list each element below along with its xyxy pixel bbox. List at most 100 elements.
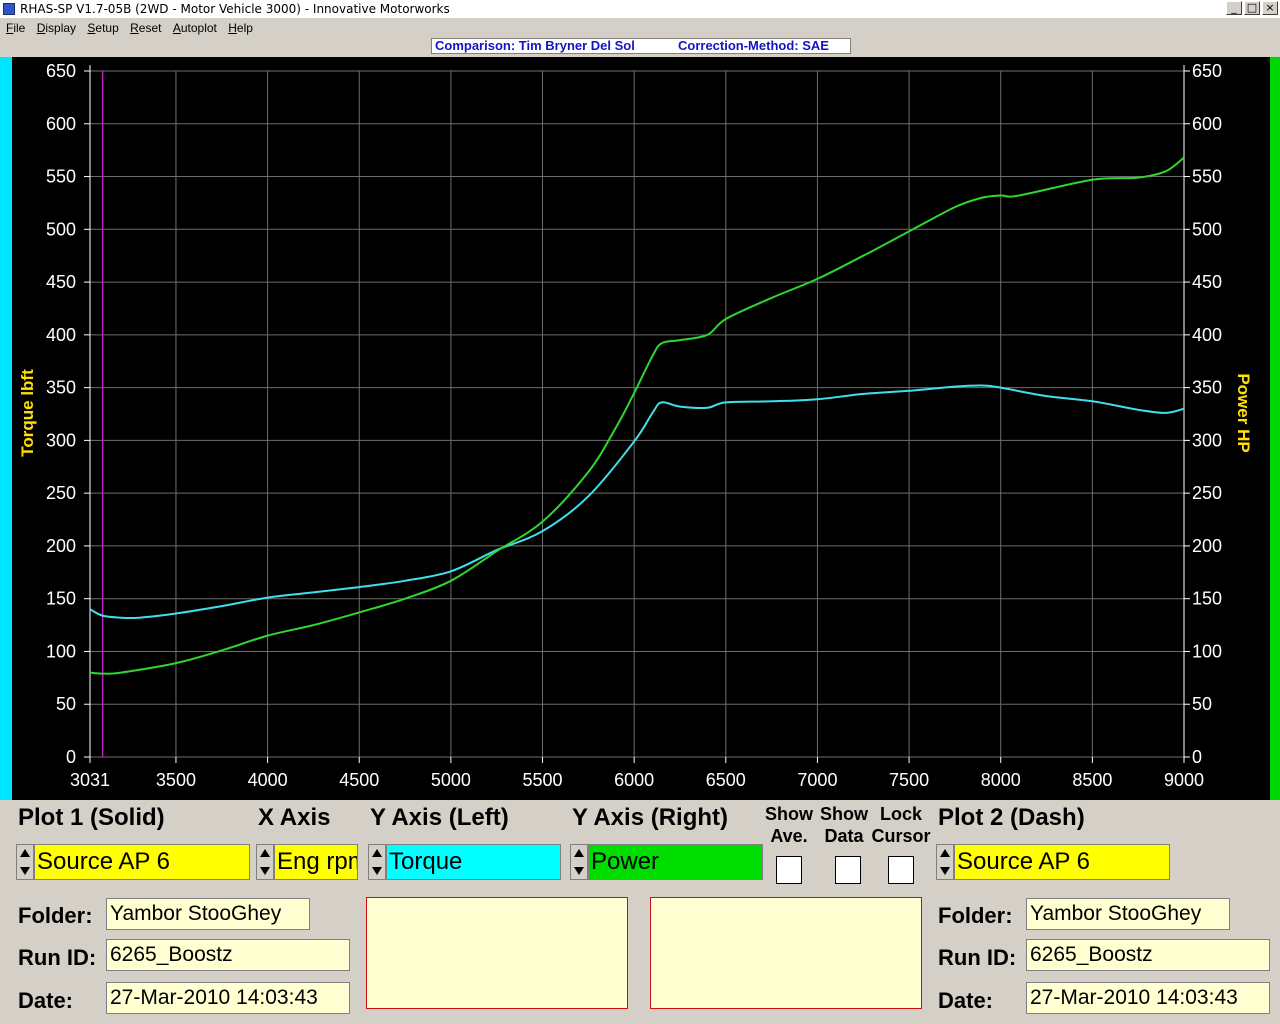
menu-autoplot[interactable]: Autoplot <box>169 18 221 38</box>
spin-up-icon[interactable] <box>20 849 30 857</box>
menu-display[interactable]: Display <box>33 18 80 38</box>
show-ave-label: Show Ave. <box>765 804 813 846</box>
spin-down-icon[interactable] <box>372 867 382 875</box>
menu-bar: File Display Setup Reset Autoplot Help <box>0 18 1280 38</box>
menu-reset[interactable]: Reset <box>126 18 165 38</box>
date-field-1[interactable]: 27-Mar-2010 14:03:43 <box>106 982 350 1014</box>
series-line-torque <box>89 384 1185 620</box>
y-axis-right-select[interactable]: Power <box>588 844 763 880</box>
x-tick-label: 5500 <box>522 770 562 790</box>
show-ave-checkbox[interactable] <box>776 856 802 884</box>
lock-cursor-checkbox[interactable] <box>888 856 914 884</box>
x-tick-label: 9000 <box>1164 770 1204 790</box>
x-tick-label: 8000 <box>981 770 1021 790</box>
window-controls: _ □ × <box>1226 1 1278 15</box>
window-titlebar: RHAS-SP V1.7-05B (2WD - Motor Vehicle 30… <box>0 0 1280 18</box>
spin-down-icon[interactable] <box>20 867 30 875</box>
y-axis-left-spinner[interactable] <box>368 844 386 880</box>
y-left-tick-label: 300 <box>46 430 76 450</box>
control-panel: Plot 1 (Solid) X Axis Y Axis (Left) Y Ax… <box>0 800 1280 1024</box>
series-line-power <box>89 156 1185 675</box>
y-left-tick-label: 550 <box>46 167 76 187</box>
y-left-tick-label: 250 <box>46 483 76 503</box>
y-right-tick-label: 0 <box>1192 747 1202 767</box>
spin-down-icon[interactable] <box>940 867 950 875</box>
plot2-title: Plot 2 (Dash) <box>938 804 1085 831</box>
y-axis-left-label: Torque lbft <box>18 369 37 457</box>
comparison-caption: Comparison: Tim Bryner Del Sol Correctio… <box>431 38 851 54</box>
y-right-tick-label: 400 <box>1192 325 1222 345</box>
plot2-source-spinner[interactable] <box>936 844 954 880</box>
spin-up-icon[interactable] <box>940 849 950 857</box>
y-left-tick-label: 0 <box>66 747 76 767</box>
folder-field-1[interactable]: Yambor StooGhey <box>106 898 310 930</box>
menu-help[interactable]: Help <box>224 18 257 38</box>
y-left-tick-label: 400 <box>46 325 76 345</box>
minimize-button[interactable]: _ <box>1226 1 1242 15</box>
y-left-tick-label: 200 <box>46 536 76 556</box>
y-axis-right-label: Power HP <box>1234 373 1253 452</box>
y-axis-right-title: Y Axis (Right) <box>572 804 729 831</box>
date-label-1: Date: <box>18 988 74 1013</box>
show-data-checkbox[interactable] <box>835 856 861 884</box>
x-tick-label: 7000 <box>797 770 837 790</box>
y-left-tick-label: 150 <box>46 589 76 609</box>
plot2-source-select[interactable]: Source AP 6 <box>954 844 1170 880</box>
notes-box-2[interactable] <box>650 897 922 1009</box>
close-button[interactable]: × <box>1262 1 1278 15</box>
y-axis-right-spinner[interactable] <box>570 844 588 880</box>
y-left-tick-label: 100 <box>46 641 76 661</box>
runid-field-2[interactable]: 6265_Boostz <box>1026 939 1270 971</box>
y-left-tick-label: 650 <box>46 61 76 81</box>
y-left-tick-label: 350 <box>46 378 76 398</box>
x-axis-spinner[interactable] <box>256 844 274 880</box>
lock-cursor-label: Lock Cursor <box>871 804 931 846</box>
dyno-chart[interactable]: 0 0 50 50 100 100 150 150 200 200 250 250 300 300 350 3… <box>0 57 1280 800</box>
y-right-tick-label: 600 <box>1192 114 1222 134</box>
spin-down-icon[interactable] <box>574 867 584 875</box>
notes-box-1[interactable] <box>366 897 628 1009</box>
y-right-tick-label: 650 <box>1192 61 1222 81</box>
window-title: RHAS-SP V1.7-05B (2WD - Motor Vehicle 30… <box>20 2 450 16</box>
y-left-tick-label: 450 <box>46 272 76 292</box>
y-right-tick-label: 100 <box>1192 641 1222 661</box>
menu-file[interactable]: File <box>2 18 29 38</box>
spin-up-icon[interactable] <box>260 849 270 857</box>
spin-down-icon[interactable] <box>260 867 270 875</box>
y-right-tick-label: 350 <box>1192 378 1222 398</box>
x-tick-label: 3031 <box>70 770 110 790</box>
y-left-tick-label: 50 <box>56 694 76 714</box>
comparison-text: Comparison: Tim Bryner Del Sol <box>435 38 635 53</box>
chart-grid <box>89 70 1185 758</box>
y-right-tick-label: 550 <box>1192 167 1222 187</box>
y-right-tick-label: 250 <box>1192 483 1222 503</box>
show-data-label: Show Data <box>820 804 868 846</box>
x-tick-label: 8500 <box>1072 770 1112 790</box>
runid-label-2: Run ID: <box>938 945 1017 970</box>
runid-field-1[interactable]: 6265_Boostz <box>106 939 350 971</box>
y-right-tick-label: 150 <box>1192 589 1222 609</box>
plot1-source-spinner[interactable] <box>16 844 34 880</box>
caption-row: Comparison: Tim Bryner Del Sol Correctio… <box>0 38 1280 56</box>
x-tick-label: 4500 <box>339 770 379 790</box>
correction-method-text: Correction-Method: SAE <box>678 38 829 53</box>
x-tick-label: 5000 <box>431 770 471 790</box>
x-tick-label: 7500 <box>889 770 929 790</box>
y-axis-left-select[interactable]: Torque <box>386 844 561 880</box>
date-field-2[interactable]: 27-Mar-2010 14:03:43 <box>1026 982 1270 1014</box>
restore-button[interactable]: □ <box>1244 1 1260 15</box>
y-right-tick-label: 200 <box>1192 536 1222 556</box>
plot1-source-select[interactable]: Source AP 6 <box>34 844 250 880</box>
folder-label-2: Folder: <box>938 903 1013 928</box>
x-axis-select[interactable]: Eng rpm <box>274 844 358 880</box>
spin-up-icon[interactable] <box>372 849 382 857</box>
y-right-tick-label: 300 <box>1192 430 1222 450</box>
y-right-tick-label: 50 <box>1192 694 1212 714</box>
spin-up-icon[interactable] <box>574 849 584 857</box>
folder-field-2[interactable]: Yambor StooGhey <box>1026 898 1230 930</box>
menu-setup[interactable]: Setup <box>83 18 122 38</box>
app-icon <box>3 3 15 15</box>
chart-series <box>89 71 1185 757</box>
runid-label-1: Run ID: <box>18 945 97 970</box>
x-tick-label: 3500 <box>156 770 196 790</box>
